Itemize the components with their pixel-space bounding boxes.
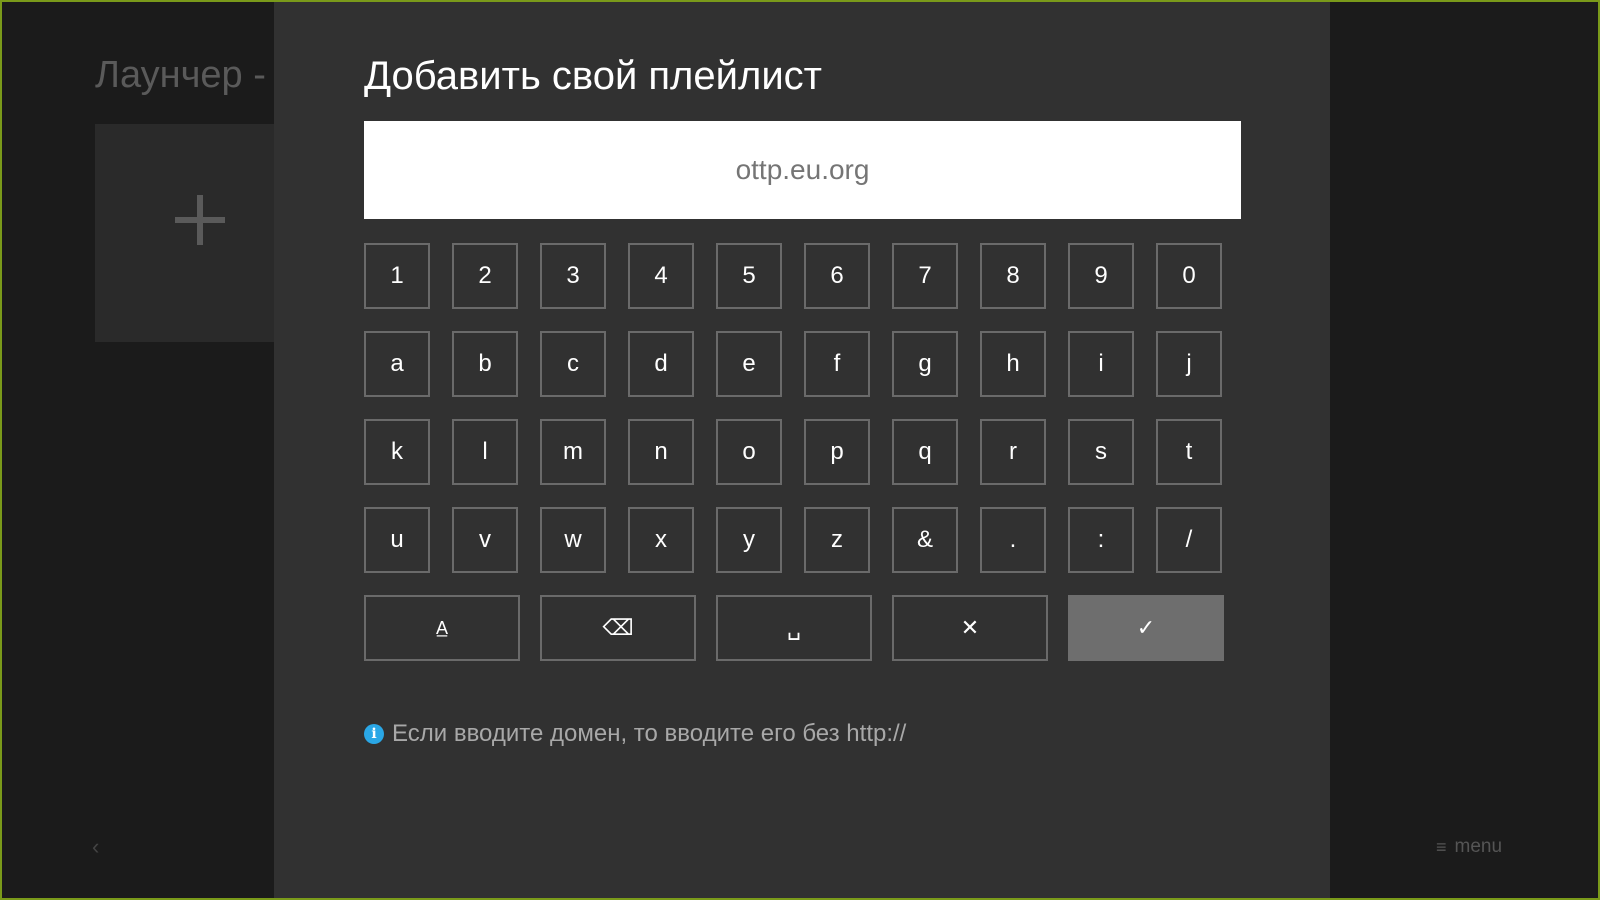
key-7[interactable]: 7: [892, 243, 958, 309]
key-sym-3-9[interactable]: /: [1156, 507, 1222, 573]
menu-label: menu: [1454, 836, 1503, 857]
confirm-button[interactable]: ✓: [1068, 595, 1224, 661]
key-d[interactable]: d: [628, 331, 694, 397]
key-o[interactable]: o: [716, 419, 782, 485]
key-8[interactable]: 8: [980, 243, 1046, 309]
key-m[interactable]: m: [540, 419, 606, 485]
key-6[interactable]: 6: [804, 243, 870, 309]
key-f[interactable]: f: [804, 331, 870, 397]
add-playlist-dialog: Добавить свой плейлист 1234567890 abcdefg…: [274, 2, 1330, 898]
key-j[interactable]: j: [1156, 331, 1222, 397]
key-sym-3-7[interactable]: .: [980, 507, 1046, 573]
key-x[interactable]: x: [628, 507, 694, 573]
checkmark-icon: ✓: [1136, 615, 1156, 640]
key-g[interactable]: g: [892, 331, 958, 397]
key-i[interactable]: i: [1068, 331, 1134, 397]
key-y[interactable]: y: [716, 507, 782, 573]
key-a[interactable]: a: [364, 331, 430, 397]
key-r[interactable]: r: [980, 419, 1046, 485]
caps-icon: A̲: [435, 617, 448, 638]
key-k[interactable]: k: [364, 419, 430, 485]
key-w[interactable]: w: [540, 507, 606, 573]
hamburger-icon: ≡: [1436, 836, 1447, 857]
key-c[interactable]: c: [540, 331, 606, 397]
clear-button[interactable]: ✕: [892, 595, 1048, 661]
key-u[interactable]: u: [364, 507, 430, 573]
key-h[interactable]: h: [980, 331, 1046, 397]
key-b[interactable]: b: [452, 331, 518, 397]
key-n[interactable]: n: [628, 419, 694, 485]
playlist-url-input[interactable]: [364, 121, 1241, 219]
caps-button[interactable]: A̲: [364, 595, 520, 661]
backspace-button[interactable]: ⌫: [540, 595, 696, 661]
key-p[interactable]: p: [804, 419, 870, 485]
launcher-title: Лаунчер -: [95, 54, 266, 96]
key-v[interactable]: v: [452, 507, 518, 573]
key-9[interactable]: 9: [1068, 243, 1134, 309]
key-1[interactable]: 1: [364, 243, 430, 309]
key-t[interactable]: t: [1156, 419, 1222, 485]
backspace-icon: ⌫: [602, 615, 634, 640]
key-z[interactable]: z: [804, 507, 870, 573]
space-icon: ␣: [787, 615, 801, 640]
screen-frame: Лаунчер - ‹ ≡ menu Добавить свой плейлис…: [0, 0, 1600, 900]
key-5[interactable]: 5: [716, 243, 782, 309]
key-s[interactable]: s: [1068, 419, 1134, 485]
key-3[interactable]: 3: [540, 243, 606, 309]
plus-icon: [175, 192, 231, 248]
dialog-title: Добавить свой плейлист: [364, 54, 822, 98]
key-e[interactable]: e: [716, 331, 782, 397]
close-icon: ✕: [960, 615, 980, 640]
key-0[interactable]: 0: [1156, 243, 1222, 309]
chevron-left-icon[interactable]: ‹: [92, 834, 99, 860]
key-2[interactable]: 2: [452, 243, 518, 309]
hint-text: Если вводите домен, то вводите его без h…: [392, 720, 907, 747]
key-sym-3-6[interactable]: &: [892, 507, 958, 573]
key-q[interactable]: q: [892, 419, 958, 485]
key-l[interactable]: l: [452, 419, 518, 485]
menu-hint[interactable]: ≡ menu: [1436, 836, 1502, 858]
key-sym-3-8[interactable]: :: [1068, 507, 1134, 573]
hint-message: i Если вводите домен, то вводите его без…: [364, 720, 906, 748]
key-4[interactable]: 4: [628, 243, 694, 309]
info-icon: i: [364, 724, 384, 744]
space-button[interactable]: ␣: [716, 595, 872, 661]
